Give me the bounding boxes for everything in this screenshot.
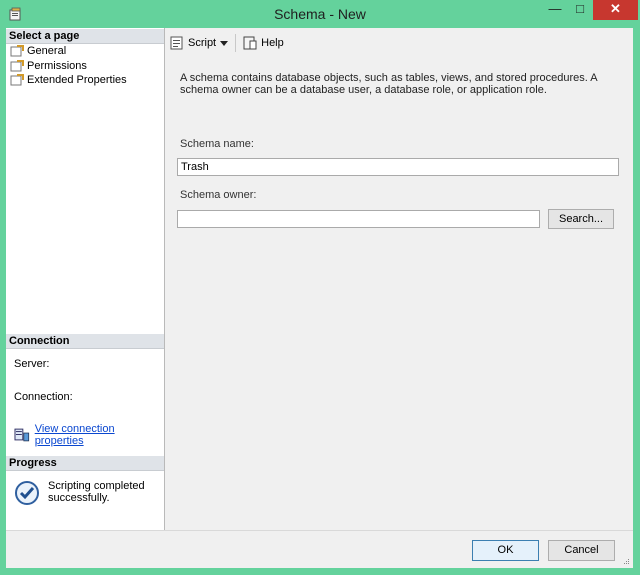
page-item-permissions[interactable]: Permissions	[10, 59, 87, 73]
cancel-button[interactable]: Cancel	[548, 540, 615, 561]
close-button[interactable]: ✕	[593, 0, 638, 20]
page-item-extended-properties[interactable]: Extended Properties	[10, 73, 127, 87]
connection-label: Connection:	[14, 391, 73, 403]
connection-header: Connection	[6, 334, 164, 349]
schema-owner-input[interactable]	[177, 210, 540, 228]
dialog-footer: OK Cancel	[6, 530, 633, 568]
schema-description: A schema contains database objects, such…	[180, 72, 598, 96]
right-pane: Script Help A schema contains database o…	[165, 28, 633, 530]
view-connection-properties-link[interactable]: View connection properties	[14, 423, 164, 447]
progress-text: Scripting completed successfully.	[48, 480, 145, 504]
schema-owner-label: Schema owner:	[180, 189, 257, 201]
wrench-page-icon	[10, 45, 24, 57]
check-circle-icon	[15, 481, 39, 505]
link-label[interactable]: View connection properties	[35, 423, 164, 447]
page-item-general[interactable]: General	[10, 44, 66, 58]
help-label: Help	[261, 37, 284, 49]
help-button[interactable]: Help	[238, 32, 288, 54]
toolbar-separator	[235, 34, 237, 52]
script-icon	[170, 36, 183, 50]
dialog-window: Schema - New — □ ✕ Select a page General…	[0, 0, 640, 575]
dropdown-arrow-icon[interactable]	[219, 39, 229, 47]
search-button[interactable]: Search...	[548, 209, 614, 229]
ok-button[interactable]: OK	[472, 540, 539, 561]
progress-header: Progress	[6, 456, 164, 471]
maximize-button[interactable]: □	[569, 0, 591, 20]
select-page-header: Select a page	[6, 29, 164, 44]
dialog-client-area: Select a page General Permissions Extend…	[6, 28, 633, 568]
left-pane: Select a page General Permissions Extend…	[6, 28, 165, 530]
page-item-label: Extended Properties	[27, 74, 127, 86]
progress-status: Scripting completed successfully.	[14, 480, 148, 506]
minimize-button[interactable]: —	[544, 0, 566, 20]
script-button[interactable]: Script	[165, 32, 233, 54]
server-label: Server:	[14, 358, 50, 370]
schema-name-input[interactable]	[177, 158, 619, 176]
script-label: Script	[188, 37, 217, 49]
connection-properties-icon	[14, 428, 30, 442]
help-icon	[243, 36, 257, 50]
page-item-label: Permissions	[27, 60, 87, 72]
title-bar[interactable]: Schema - New — □ ✕	[0, 0, 640, 28]
wrench-page-icon	[10, 60, 24, 72]
resize-grip-icon[interactable]	[622, 557, 630, 565]
page-item-label: General	[27, 45, 67, 57]
schema-name-label: Schema name:	[180, 138, 254, 150]
toolbar: Script Help	[165, 28, 633, 58]
wrench-page-icon	[10, 74, 24, 86]
